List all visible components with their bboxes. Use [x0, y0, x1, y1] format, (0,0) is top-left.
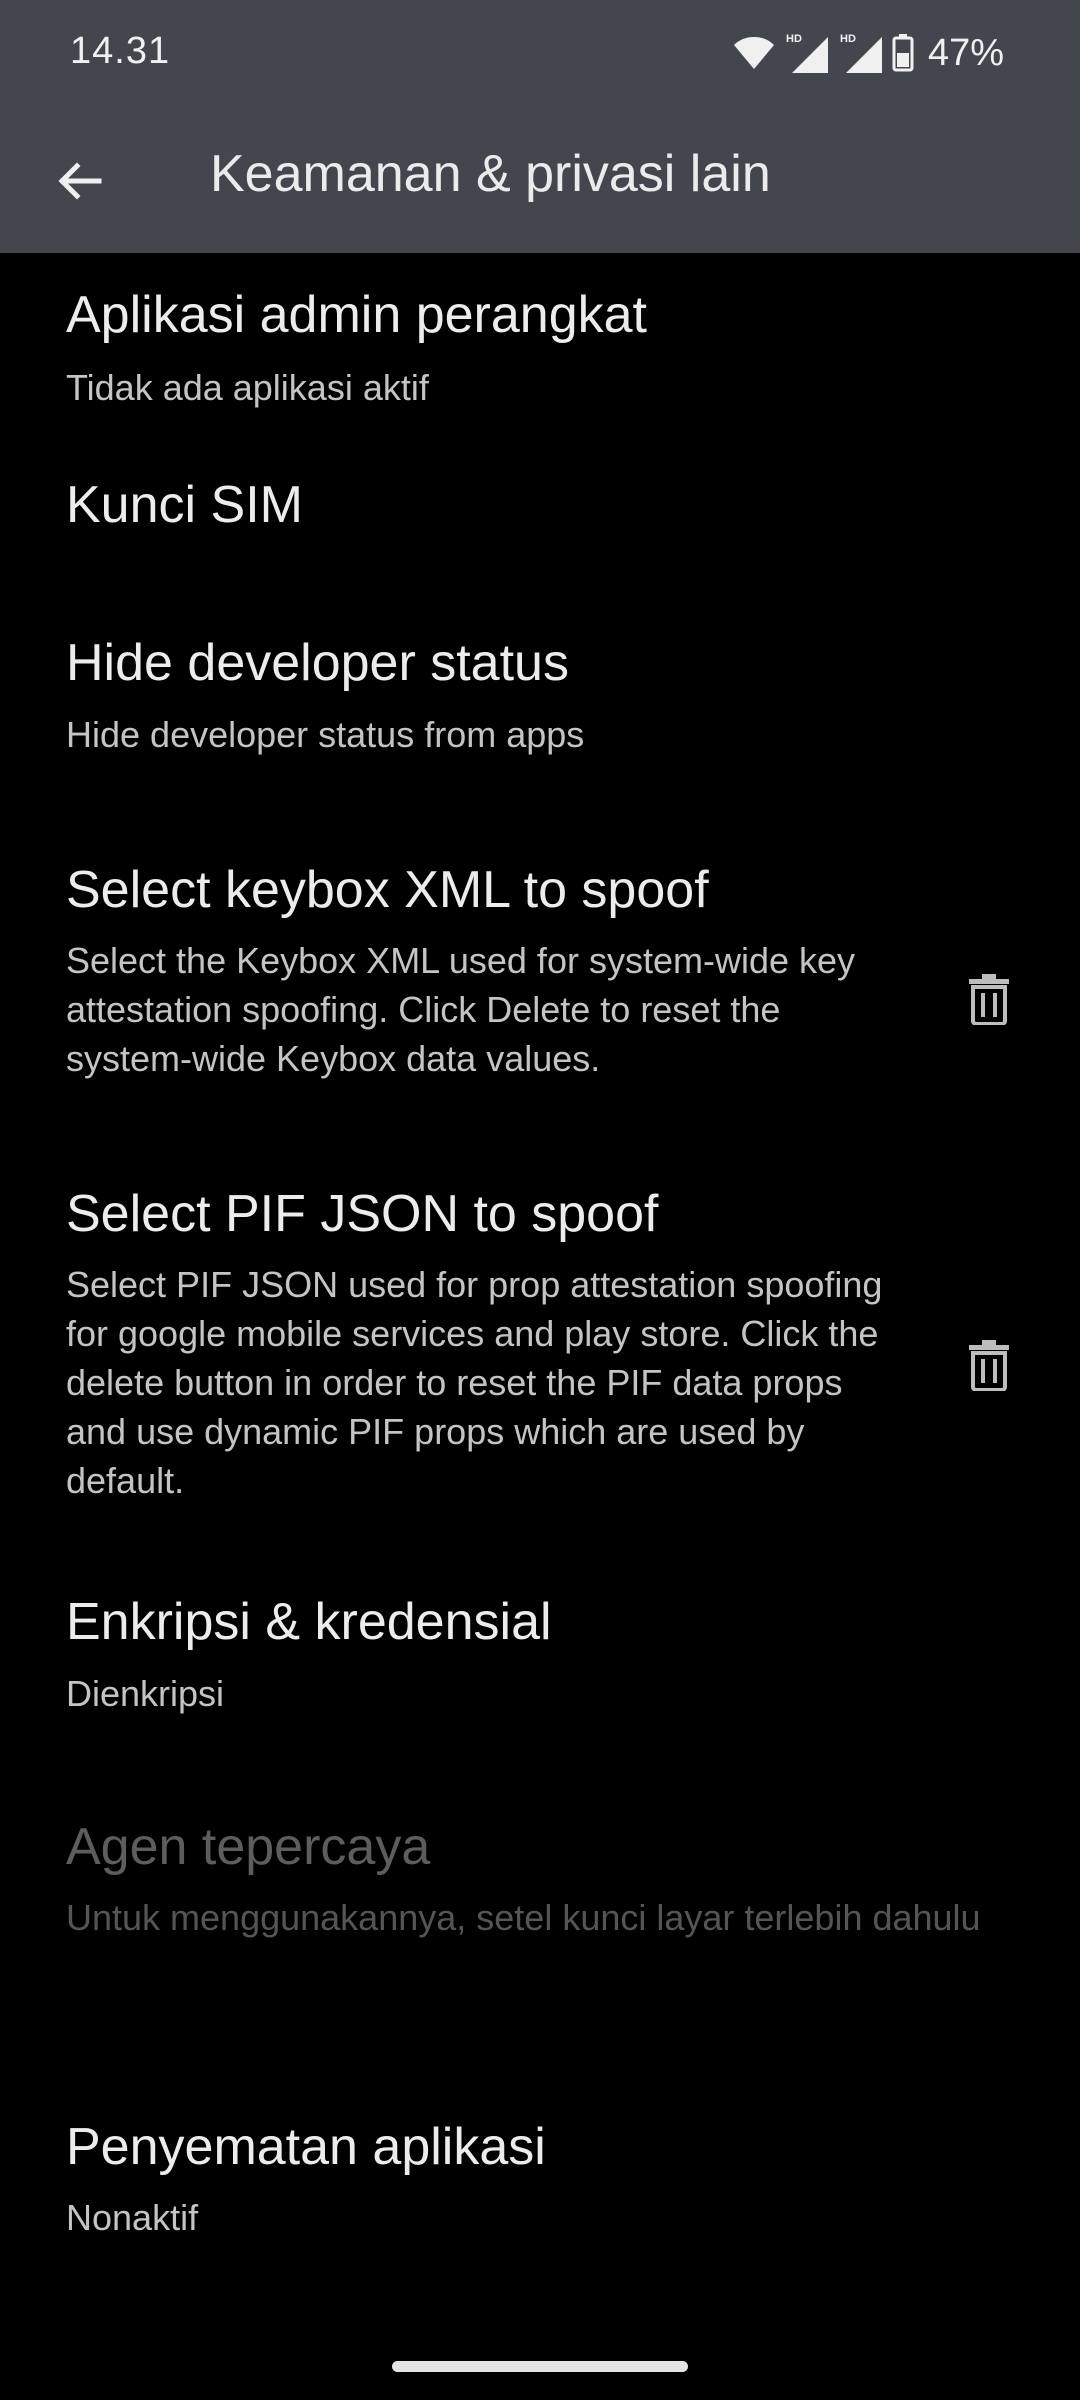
- hd-label: HD: [840, 33, 856, 45]
- status-time: 14.31: [70, 30, 171, 72]
- setting-title: Agen tepercaya: [66, 1818, 431, 1876]
- setting-app-pinning[interactable]: Penyematan aplikasi Nonaktif: [0, 2103, 1080, 2363]
- setting-subtitle: Select the Keybox XML used for system-wi…: [66, 940, 856, 1079]
- setting-trust-agents: Agen tepercaya Untuk menggunakannya, set…: [0, 1783, 1080, 2103]
- battery-icon: [892, 34, 914, 72]
- setting-title: Enkripsi & kredensial: [66, 1593, 552, 1651]
- top-app-bar-container: 14.31 HD HD 47% Keamanan & privasi lain: [0, 0, 1080, 253]
- setting-pif-json[interactable]: Select PIF JSON to spoof Select PIF JSON…: [0, 1148, 1080, 1558]
- setting-title: Select PIF JSON to spoof: [66, 1185, 659, 1243]
- setting-subtitle: Select PIF JSON used for prop attestatio…: [66, 1264, 883, 1501]
- setting-title: Hide developer status: [66, 634, 569, 692]
- signal-icon: HD: [840, 33, 882, 73]
- page-title: Keamanan & privasi lain: [210, 145, 771, 203]
- signal-icon: HD: [786, 33, 828, 73]
- setting-device-admin-apps[interactable]: Aplikasi admin perangkat Tidak ada aplik…: [0, 253, 1080, 443]
- trash-icon: [969, 974, 1009, 1025]
- setting-title: Penyematan aplikasi: [66, 2118, 546, 2176]
- status-icons: HD HD 47%: [732, 28, 1004, 78]
- setting-subtitle: Tidak ada aplikasi aktif: [66, 367, 429, 408]
- app-bar: Keamanan & privasi lain: [0, 110, 1080, 253]
- home-gesture-bar[interactable]: [392, 2361, 688, 2372]
- setting-hide-developer-status[interactable]: Hide developer status Hide developer sta…: [0, 603, 1080, 828]
- back-button[interactable]: [34, 136, 124, 226]
- delete-pif-button[interactable]: [934, 1310, 1044, 1420]
- setting-title: Kunci SIM: [66, 476, 303, 534]
- setting-encryption-credentials[interactable]: Enkripsi & kredensial Dienkripsi: [0, 1558, 1080, 1783]
- delete-keybox-button[interactable]: [934, 944, 1044, 1054]
- trash-icon: [969, 1340, 1009, 1391]
- wifi-icon: [733, 37, 774, 69]
- battery-percent: 47%: [927, 31, 1004, 74]
- hd-label: HD: [786, 33, 802, 45]
- setting-subtitle: Hide developer status from apps: [66, 714, 585, 755]
- setting-subtitle: Dienkripsi: [66, 1673, 225, 1714]
- setting-title: Select keybox XML to spoof: [66, 861, 709, 919]
- setting-keybox-xml[interactable]: Select keybox XML to spoof Select the Ke…: [0, 828, 1080, 1148]
- setting-title: Aplikasi admin perangkat: [66, 286, 647, 344]
- arrow-back-icon: [58, 162, 102, 200]
- setting-subtitle: Untuk menggunakannya, setel kunci layar …: [66, 1897, 981, 1938]
- setting-sim-lock[interactable]: Kunci SIM: [0, 443, 1080, 603]
- status-bar: 14.31 HD HD 47%: [0, 0, 1080, 110]
- setting-subtitle: Nonaktif: [66, 2197, 199, 2238]
